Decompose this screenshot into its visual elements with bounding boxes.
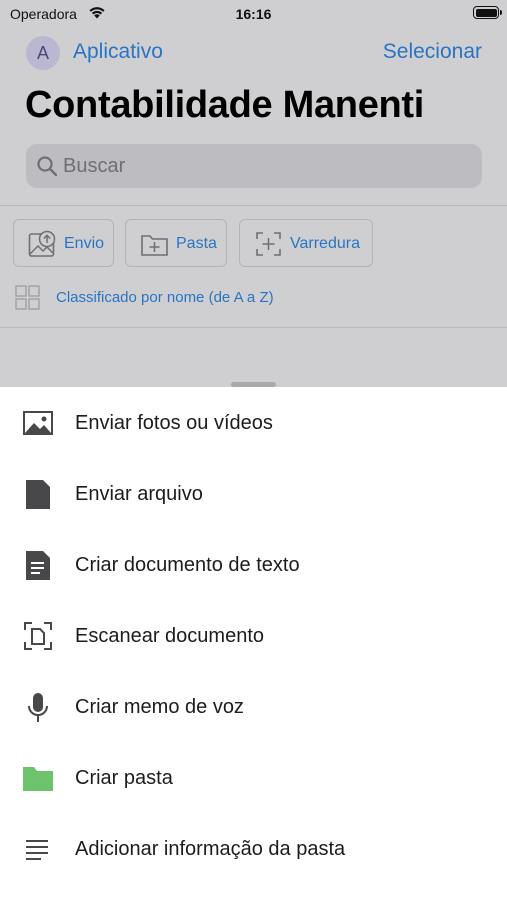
sheet-item-label: Criar documento de texto — [75, 554, 300, 576]
sheet-item-label: Criar pasta — [75, 767, 173, 789]
sheet-item-label: Escanear documento — [75, 625, 265, 647]
search-icon — [36, 155, 58, 182]
create-folder-item[interactable]: Criar pasta — [0, 748, 507, 808]
scan-icon — [254, 230, 284, 263]
folder-icon — [22, 763, 54, 793]
upload-button[interactable]: Envio — [13, 219, 114, 267]
text-document-icon — [22, 550, 54, 581]
page-title: Contabilidade Manenti — [25, 84, 425, 126]
search-input[interactable]: Buscar — [26, 144, 482, 188]
sheet-grabber[interactable] — [231, 382, 276, 387]
battery-icon — [473, 6, 502, 19]
search-placeholder: Buscar — [63, 155, 126, 177]
select-button[interactable]: Selecionar — [383, 40, 482, 64]
upload-button-label: Envio — [64, 235, 105, 252]
status-bar: Operadora 16:16 — [0, 0, 507, 28]
lines-icon — [22, 834, 54, 864]
background-screen: Operadora 16:16 A Aplicativo Selecionar … — [0, 0, 507, 390]
sort-order-button[interactable]: Classificado por nome (de A a Z) — [56, 289, 274, 306]
action-sheet: Enviar fotos ou vídeos Enviar arquivo Cr… — [0, 382, 507, 900]
sheet-item-label: Enviar fotos ou vídeos — [75, 412, 273, 434]
grid-view-icon[interactable] — [15, 285, 41, 316]
scan-button-label: Varredura — [290, 235, 360, 252]
add-folder-info-item[interactable]: Adicionar informação da pasta — [0, 819, 507, 879]
sheet-item-label: Enviar arquivo — [75, 483, 203, 505]
navigation-bar: A Aplicativo Selecionar — [0, 34, 507, 72]
sheet-item-label: Criar memo de voz — [75, 696, 244, 718]
send-photos-videos-item[interactable]: Enviar fotos ou vídeos — [0, 393, 507, 453]
create-text-document-item[interactable]: Criar documento de texto — [0, 535, 507, 595]
file-icon — [22, 479, 54, 510]
photo-icon — [22, 408, 54, 438]
scan-document-icon — [22, 621, 54, 651]
sheet-item-label: Adicionar informação da pasta — [75, 838, 346, 860]
clock: 16:16 — [235, 6, 272, 22]
divider — [0, 205, 507, 206]
scan-document-item[interactable]: Escanear documento — [0, 606, 507, 666]
avatar[interactable]: A — [26, 36, 60, 70]
scan-button[interactable]: Varredura — [239, 219, 373, 267]
new-folder-button-label: Pasta — [176, 235, 217, 252]
new-folder-button[interactable]: Pasta — [125, 219, 227, 267]
send-file-item[interactable]: Enviar arquivo — [0, 464, 507, 524]
new-folder-icon — [140, 230, 170, 263]
microphone-icon — [22, 692, 54, 722]
create-voice-memo-item[interactable]: Criar memo de voz — [0, 677, 507, 737]
upload-photo-icon — [28, 230, 58, 263]
app-back-button[interactable]: Aplicativo — [73, 40, 163, 64]
divider — [0, 327, 507, 328]
